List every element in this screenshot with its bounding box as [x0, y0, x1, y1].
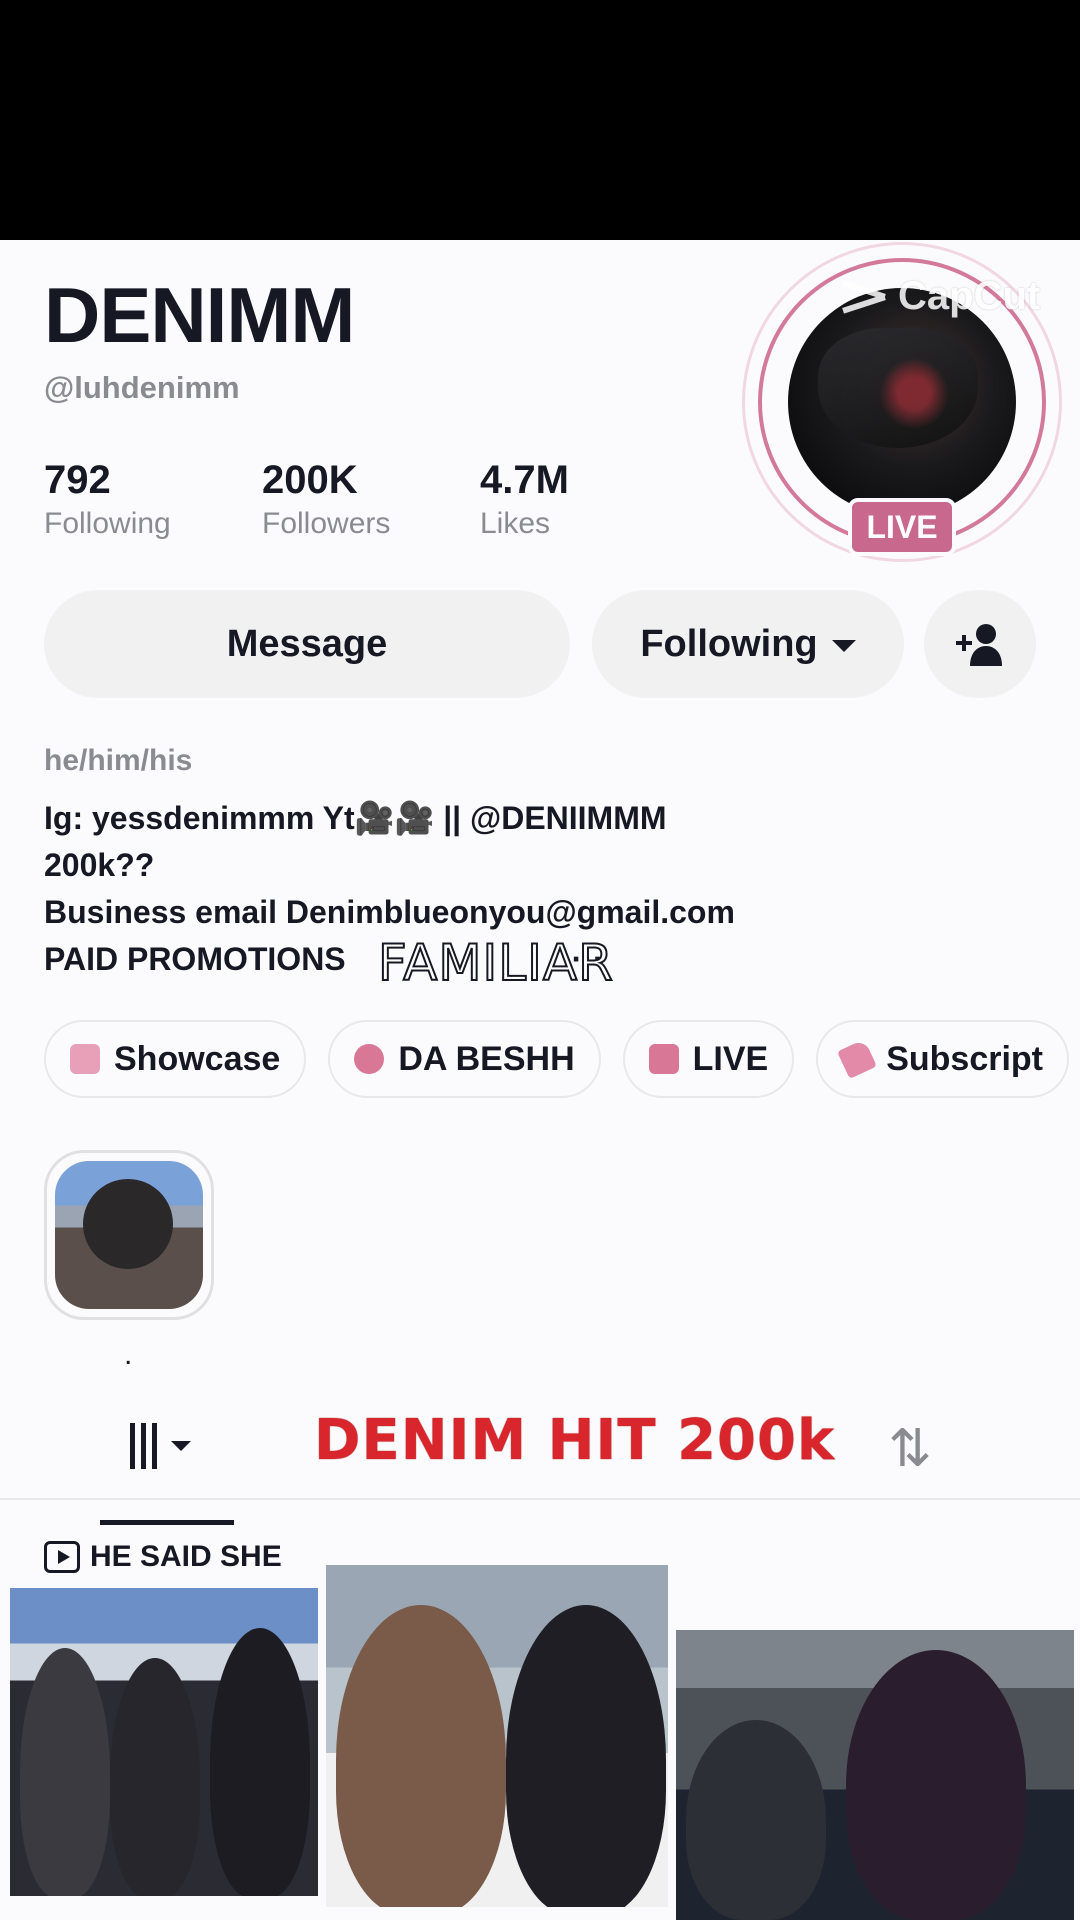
following-button[interactable]: Following [592, 590, 904, 698]
following-button-label: Following [640, 622, 818, 665]
capcut-watermark-text: CapCut [898, 274, 1041, 318]
highlight-image [55, 1161, 203, 1309]
person-figure [110, 1658, 200, 1896]
bio-line: Ig: yessdenimmm Yt🎥🎥 || @DENIIMMM [44, 800, 667, 836]
person-figure [20, 1648, 110, 1896]
add-user-icon [956, 624, 1002, 666]
message-button-label: Message [226, 622, 388, 665]
link-subscription[interactable]: Subscript [816, 1020, 1070, 1098]
stat-value: 792 [44, 458, 111, 502]
story-highlight[interactable] [44, 1150, 214, 1320]
subscription-tag-icon [837, 1039, 878, 1079]
bio-line: Business email Denimblueonyou@gmail.com [44, 894, 735, 930]
tab-reposts[interactable]: ⇅ [880, 1423, 940, 1475]
capcut-logo-icon [838, 279, 890, 315]
profile-stats: 792 Following 200K Followers 4.7M Likes [44, 458, 698, 541]
link-label: Showcase [114, 1039, 281, 1078]
highlight-label: . [124, 1338, 133, 1371]
tab-videos[interactable] [130, 1420, 210, 1472]
profile-links: Showcase DA BESHH LIVE Subscript [44, 1020, 1070, 1098]
link-showcase[interactable]: Showcase [44, 1020, 307, 1098]
capcut-watermark: CapCut [838, 274, 1040, 319]
stat-following[interactable]: 792 Following [44, 458, 262, 541]
top-black-bar [0, 0, 1080, 240]
link-label: LIVE [692, 1039, 769, 1078]
chevron-down-icon [831, 640, 856, 652]
bio-line: PAID PROMOTIONS [44, 941, 346, 977]
repost-icon: ⇅ [888, 1420, 932, 1478]
active-tab-indicator [100, 1520, 234, 1525]
stat-label: Followers [262, 507, 391, 540]
chevron-down-icon [171, 1441, 191, 1451]
stat-likes: 4.7M Likes [480, 458, 698, 541]
message-button[interactable]: Message [44, 590, 570, 698]
link-group-chat[interactable]: DA BESHH [328, 1020, 601, 1098]
overlay-familiar-text: FAMILIAR [377, 933, 614, 993]
link-label: DA BESHH [398, 1039, 575, 1078]
stat-label: Likes [480, 507, 551, 540]
grid-bar [130, 1423, 135, 1469]
display-name: DENIMM [44, 271, 355, 359]
chat-bubble-icon [354, 1044, 385, 1074]
live-badge: LIVE [848, 498, 956, 556]
play-icon [44, 1541, 80, 1573]
person-figure [846, 1650, 1026, 1920]
pronouns: he/him/his [44, 744, 193, 777]
grid-bar [152, 1423, 157, 1469]
add-friend-button[interactable] [924, 590, 1036, 698]
link-label: Subscript [886, 1039, 1044, 1078]
stat-value: 4.7M [480, 458, 569, 502]
person-figure [336, 1605, 506, 1907]
username: @luhdenimm [44, 370, 240, 405]
avatar-image [788, 288, 1016, 516]
person-figure [686, 1720, 826, 1920]
person-figure [506, 1605, 666, 1907]
pinned-video-label[interactable]: HE SAID SHE [44, 1540, 282, 1574]
bar-chart-icon [648, 1044, 679, 1074]
stat-value: 200K [262, 458, 358, 502]
video-thumbnail[interactable] [326, 1565, 668, 1907]
overlay-hit-text: DENIM HIT 200k [314, 1408, 836, 1473]
grid-bar [141, 1423, 146, 1469]
shopping-bag-icon [70, 1044, 100, 1074]
stat-label: Following [44, 507, 171, 540]
video-thumbnail[interactable] [676, 1630, 1074, 1920]
stat-followers[interactable]: 200K Followers [262, 458, 480, 541]
link-live[interactable]: LIVE [622, 1020, 795, 1098]
video-thumbnail[interactable] [10, 1588, 318, 1896]
pinned-video-title: HE SAID SHE [90, 1540, 282, 1573]
bio-line: 200k?? [44, 847, 155, 883]
person-figure [210, 1628, 310, 1896]
